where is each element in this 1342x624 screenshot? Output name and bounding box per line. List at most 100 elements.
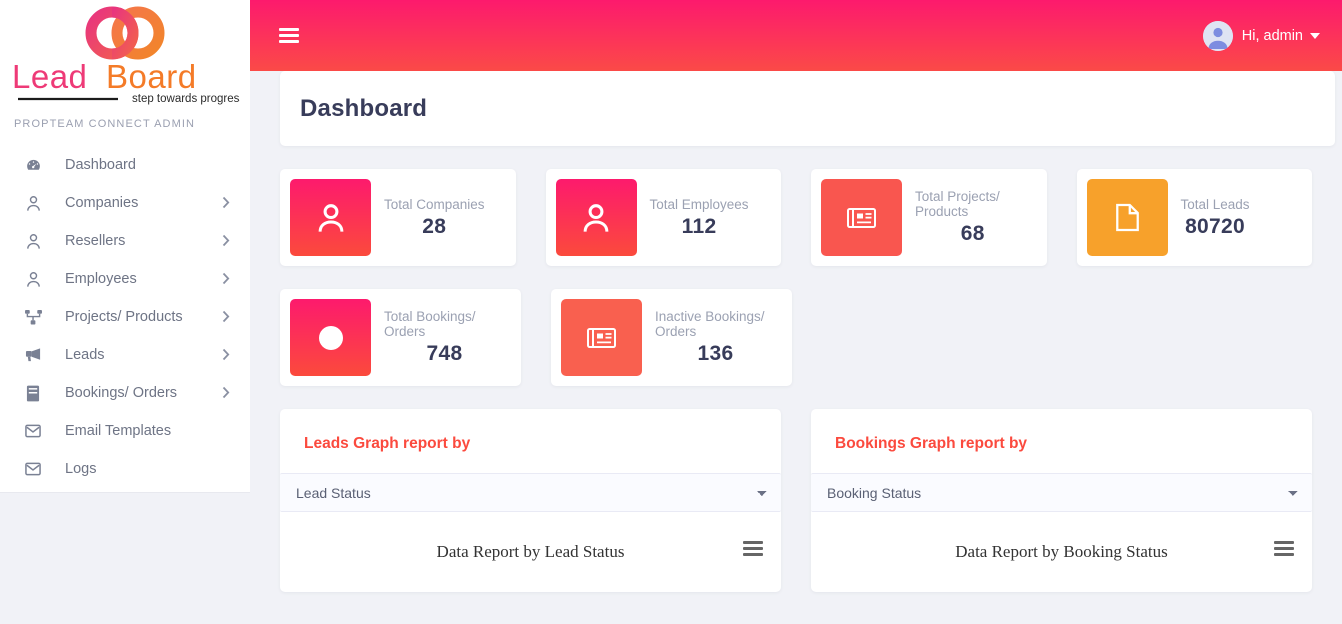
speedometer-icon [22, 155, 44, 175]
chevron-right-icon [222, 196, 232, 210]
leads-chart-area: Data Report by Lead Status [280, 512, 781, 592]
stat-label: Total Leads [1181, 197, 1250, 212]
sidebar-item-companies[interactable]: Companies [0, 184, 250, 222]
graph-panels-row: Leads Graph report by Lead Status Data R… [250, 409, 1342, 592]
newspaper-icon [821, 179, 902, 256]
wordmark-board: Board [106, 58, 197, 95]
stat-cards-row-1: Total Companies 28 Total Employees 112 [250, 169, 1342, 266]
lead-status-select[interactable]: Lead Status [280, 473, 781, 512]
stat-label: Total Bookings/ Orders [384, 309, 505, 339]
sidebar-item-label: Email Templates [65, 423, 232, 439]
stat-value: 748 [384, 342, 505, 366]
sidebar: Lead Board step towards progress PROPTEA… [0, 0, 250, 493]
user-icon [290, 179, 371, 256]
avatar [1203, 21, 1233, 51]
sidebar-item-email-templates[interactable]: Email Templates [0, 412, 250, 450]
stat-value: 68 [915, 222, 1031, 246]
sidebar-item-employees[interactable]: Employees [0, 260, 250, 298]
envelope-icon [22, 459, 44, 479]
stat-card-total-employees-cell: Total Employees 112 [546, 169, 812, 266]
bookings-chart-title: Data Report by Booking Status [823, 530, 1300, 562]
sidebar-item-leads[interactable]: Leads [0, 336, 250, 374]
chevron-right-icon [222, 234, 232, 248]
stat-label: Inactive Bookings/ Orders [655, 309, 776, 339]
sidebar-item-bookings-orders[interactable]: Bookings/ Orders [0, 374, 250, 412]
stat-card-total-leads[interactable]: Total Leads 80720 [1077, 169, 1313, 266]
main-content: Dashboard Total Companies 28 [250, 71, 1342, 624]
brand-tagline: step towards progress [132, 93, 240, 105]
stat-card-inactive-bookings-cell: Inactive Bookings/ Orders 136 [551, 289, 822, 386]
leads-graph-title: Leads Graph report by [280, 409, 781, 473]
sidebar-nav: Dashboard Companies Resellers [0, 146, 250, 488]
leads-graph-cell: Leads Graph report by Lead Status Data R… [280, 409, 811, 592]
leads-graph-panel: Leads Graph report by Lead Status Data R… [280, 409, 781, 592]
brand-wordmark: Lead Board step towards progress [10, 58, 240, 106]
top-header-bar: Hi, admin [250, 0, 1342, 71]
bookings-chart-area: Data Report by Booking Status [811, 512, 1312, 592]
stat-card-total-bookings-orders[interactable]: Total Bookings/ Orders 748 [280, 289, 521, 386]
sidebar-item-label: Leads [65, 347, 222, 363]
stat-value: 28 [384, 215, 485, 239]
book-icon [22, 383, 44, 403]
chevron-down-icon[interactable] [1310, 33, 1320, 39]
sidebar-item-label: Bookings/ Orders [65, 385, 222, 401]
stat-card-total-projects-cell: Total Projects/ Products 68 [811, 169, 1077, 266]
newspaper-icon [561, 299, 642, 376]
stat-label: Total Companies [384, 197, 485, 212]
stat-value: 80720 [1181, 215, 1250, 239]
bookings-graph-panel: Bookings Graph report by Booking Status … [811, 409, 1312, 592]
hamburger-menu-icon[interactable] [279, 21, 299, 50]
stat-card-total-projects-products[interactable]: Total Projects/ Products 68 [811, 169, 1047, 266]
chevron-right-icon [222, 310, 232, 324]
wordmark-lead: Lead [12, 58, 87, 95]
stat-value: 112 [650, 215, 749, 239]
stat-card-total-employees[interactable]: Total Employees 112 [546, 169, 782, 266]
brand-logo[interactable]: Lead Board step towards progress [0, 0, 250, 112]
chevron-right-icon [222, 348, 232, 362]
stat-label: Total Projects/ Products [915, 189, 1031, 219]
stat-card-total-leads-cell: Total Leads 80720 [1077, 169, 1342, 266]
stat-cards-row-2: Total Bookings/ Orders 748 Inactive Book… [250, 289, 1342, 386]
lead-board-rings-logo-icon [61, 6, 189, 60]
sidebar-item-dashboard[interactable]: Dashboard [0, 146, 250, 184]
stat-card-inactive-bookings-orders[interactable]: Inactive Bookings/ Orders 136 [551, 289, 792, 386]
stat-card-total-companies[interactable]: Total Companies 28 [280, 169, 516, 266]
chart-context-menu-icon[interactable] [743, 538, 763, 559]
user-greeting-label: Hi, admin [1242, 28, 1303, 44]
sidebar-item-resellers[interactable]: Resellers [0, 222, 250, 260]
page-header-card: Dashboard [280, 71, 1335, 146]
chevron-right-icon [222, 386, 232, 400]
sidebar-item-label: Dashboard [65, 157, 232, 173]
sidebar-item-label: Logs [65, 461, 232, 477]
circle-icon [290, 299, 371, 376]
sidebar-item-label: Employees [65, 271, 222, 287]
sidebar-item-label: Resellers [65, 233, 222, 249]
bookings-graph-cell: Bookings Graph report by Booking Status … [811, 409, 1342, 592]
sitemap-icon [22, 307, 44, 327]
user-icon [22, 193, 44, 213]
user-icon [22, 269, 44, 289]
chevron-right-icon [222, 272, 232, 286]
page-title: Dashboard [300, 95, 427, 123]
user-icon [556, 179, 637, 256]
chart-context-menu-icon[interactable] [1274, 538, 1294, 559]
stat-value: 136 [655, 342, 776, 366]
stat-card-total-bookings-cell: Total Bookings/ Orders 748 [280, 289, 551, 386]
bookings-graph-select-wrap: Booking Status [811, 473, 1312, 512]
sidebar-section-label: PROPTEAM CONNECT ADMIN [0, 112, 250, 130]
envelope-icon [22, 421, 44, 441]
user-avatar-icon [1203, 21, 1233, 51]
sidebar-item-logs[interactable]: Logs [0, 450, 250, 488]
bookings-graph-title: Bookings Graph report by [811, 409, 1312, 473]
sidebar-item-projects-products[interactable]: Projects/ Products [0, 298, 250, 336]
booking-status-select[interactable]: Booking Status [811, 473, 1312, 512]
leads-graph-select-wrap: Lead Status [280, 473, 781, 512]
sidebar-item-label: Companies [65, 195, 222, 211]
brand-wordmark-svg: Lead Board step towards progress [10, 58, 240, 106]
file-icon [1087, 179, 1168, 256]
leads-chart-title: Data Report by Lead Status [292, 530, 769, 562]
megaphone-icon [22, 345, 44, 365]
user-menu[interactable]: Hi, admin [1203, 21, 1324, 51]
stat-card-total-companies-cell: Total Companies 28 [280, 169, 546, 266]
stat-label: Total Employees [650, 197, 749, 212]
